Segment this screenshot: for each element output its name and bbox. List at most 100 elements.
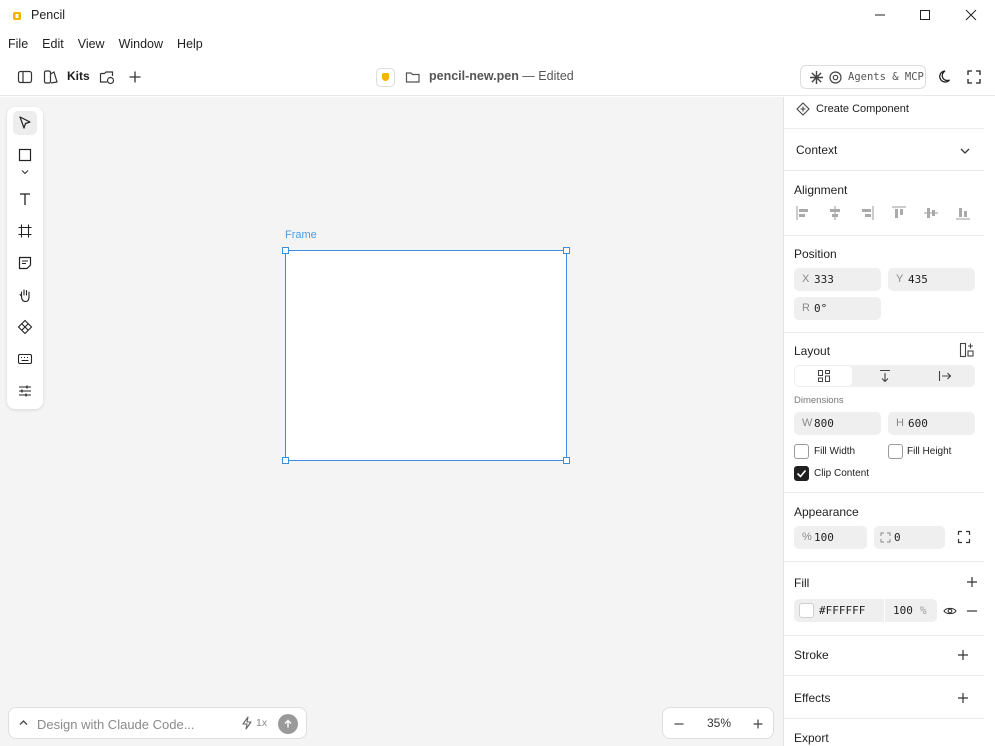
fill-title: Fill	[794, 576, 810, 590]
hand-tool[interactable]	[13, 283, 37, 307]
width-field[interactable]: W 800	[794, 412, 881, 435]
fill-color-field[interactable]: #FFFFFF 100 %	[794, 599, 937, 622]
zoom-level[interactable]: 35%	[707, 716, 731, 730]
rotation-value[interactable]: 0°	[814, 302, 827, 315]
height-value[interactable]: 600	[908, 417, 928, 430]
menu-help[interactable]: Help	[177, 34, 203, 56]
remove-fill-icon[interactable]	[966, 605, 978, 617]
divider	[784, 128, 984, 129]
layout-freeform-option[interactable]	[795, 366, 852, 386]
width-value[interactable]: 800	[814, 417, 834, 430]
effects-title[interactable]: Effects	[794, 691, 830, 705]
agents-mcp-button[interactable]: Agents & MCP	[800, 65, 926, 89]
menu-file[interactable]: File	[8, 34, 28, 56]
percent-label: %	[802, 531, 812, 543]
close-button[interactable]	[948, 0, 994, 30]
maximize-button[interactable]	[902, 0, 948, 30]
frame-label[interactable]: Frame	[285, 229, 317, 241]
menu-edit[interactable]: Edit	[42, 34, 64, 56]
zoom-in-icon[interactable]	[752, 718, 764, 730]
hand-icon	[19, 289, 30, 303]
fill-height-checkbox[interactable]	[888, 444, 903, 459]
select-tool[interactable]	[13, 111, 37, 135]
fill-opacity-value[interactable]: 100	[893, 604, 913, 617]
keyboard-shortcuts-tool[interactable]	[13, 347, 37, 371]
layout-grid-add-icon[interactable]	[959, 342, 975, 358]
window-title: Pencil	[31, 8, 66, 22]
speed-label[interactable]: 1x	[256, 717, 267, 729]
stroke-title[interactable]: Stroke	[794, 648, 829, 662]
close-icon	[965, 9, 977, 21]
layout-vertical-option[interactable]	[856, 366, 913, 386]
chevron-up-icon[interactable]	[18, 718, 29, 727]
align-top-icon[interactable]	[891, 205, 907, 221]
shape-menu-toggle[interactable]	[13, 165, 37, 179]
context-title[interactable]: Context	[796, 143, 837, 157]
rectangle-icon	[18, 148, 32, 162]
panel-scrollbar[interactable]	[987, 97, 993, 746]
resize-handle-top-left[interactable]	[282, 247, 289, 254]
fullscreen-icon[interactable]	[965, 68, 983, 86]
height-field[interactable]: H 600	[888, 412, 975, 435]
folder-clock-icon[interactable]	[98, 68, 116, 86]
x-label: X	[802, 273, 810, 285]
tool-palette	[7, 107, 43, 409]
kits-label[interactable]: Kits	[67, 69, 90, 83]
selected-frame[interactable]	[285, 250, 567, 461]
y-value[interactable]: 435	[908, 273, 928, 286]
fill-color-swatch[interactable]	[799, 603, 814, 618]
corner-radius-field[interactable]: 0	[874, 526, 945, 549]
frame-tool[interactable]	[13, 219, 37, 243]
layout-horizontal-option[interactable]	[916, 366, 973, 386]
sidebar-toggle-icon[interactable]	[16, 68, 34, 86]
position-x-field[interactable]: X 333	[794, 268, 881, 291]
corner-radius-value[interactable]: 0	[894, 531, 901, 544]
resize-handle-bottom-right[interactable]	[563, 457, 570, 464]
export-title[interactable]: Export	[794, 731, 829, 745]
rotation-field[interactable]: R 0°	[794, 297, 881, 320]
text-tool[interactable]	[13, 187, 37, 211]
align-left-icon[interactable]	[795, 205, 811, 221]
opacity-field[interactable]: % 100	[794, 526, 867, 549]
checkmark-icon	[796, 469, 807, 478]
independent-corners-icon[interactable]	[957, 530, 971, 544]
align-right-icon[interactable]	[859, 205, 875, 221]
x-value[interactable]: 333	[814, 273, 834, 286]
sticky-note-tool[interactable]	[13, 251, 37, 275]
resize-handle-bottom-left[interactable]	[282, 457, 289, 464]
chat-input[interactable]	[37, 715, 227, 733]
add-effect-icon[interactable]	[957, 692, 969, 704]
create-component-button[interactable]: Create Component	[816, 103, 909, 115]
arrow-up-icon	[284, 719, 292, 728]
fill-hex-value[interactable]: #FFFFFF	[819, 604, 865, 617]
folder-icon[interactable]	[404, 68, 422, 86]
zoom-out-icon[interactable]	[673, 718, 685, 730]
send-button[interactable]	[278, 714, 298, 734]
fill-width-checkbox[interactable]	[794, 444, 809, 459]
resize-handle-top-right[interactable]	[563, 247, 570, 254]
menu-window[interactable]: Window	[119, 34, 163, 56]
eye-icon[interactable]	[943, 604, 957, 618]
add-fill-icon[interactable]	[966, 576, 978, 588]
chevron-down-icon[interactable]	[959, 146, 971, 156]
position-y-field[interactable]: Y 435	[888, 268, 975, 291]
sliders-icon	[19, 385, 31, 397]
minimize-icon	[875, 14, 885, 16]
minimize-button[interactable]	[857, 0, 903, 30]
menu-view[interactable]: View	[78, 34, 105, 56]
add-icon[interactable]	[126, 68, 144, 86]
add-stroke-icon[interactable]	[957, 649, 969, 661]
adjustments-tool[interactable]	[13, 379, 37, 403]
divider	[884, 599, 885, 622]
opacity-value[interactable]: 100	[814, 531, 834, 544]
align-bottom-icon[interactable]	[955, 205, 971, 221]
clip-content-checkbox[interactable]	[794, 466, 809, 481]
dark-mode-icon[interactable]	[937, 68, 955, 86]
kits-icon[interactable]	[42, 68, 60, 86]
lightning-icon[interactable]	[240, 716, 254, 730]
align-center-vertical-icon[interactable]	[923, 205, 939, 221]
align-center-horizontal-icon[interactable]	[827, 205, 843, 221]
component-tool[interactable]	[13, 315, 37, 339]
rectangle-tool[interactable]	[13, 143, 37, 167]
divider	[784, 170, 984, 171]
